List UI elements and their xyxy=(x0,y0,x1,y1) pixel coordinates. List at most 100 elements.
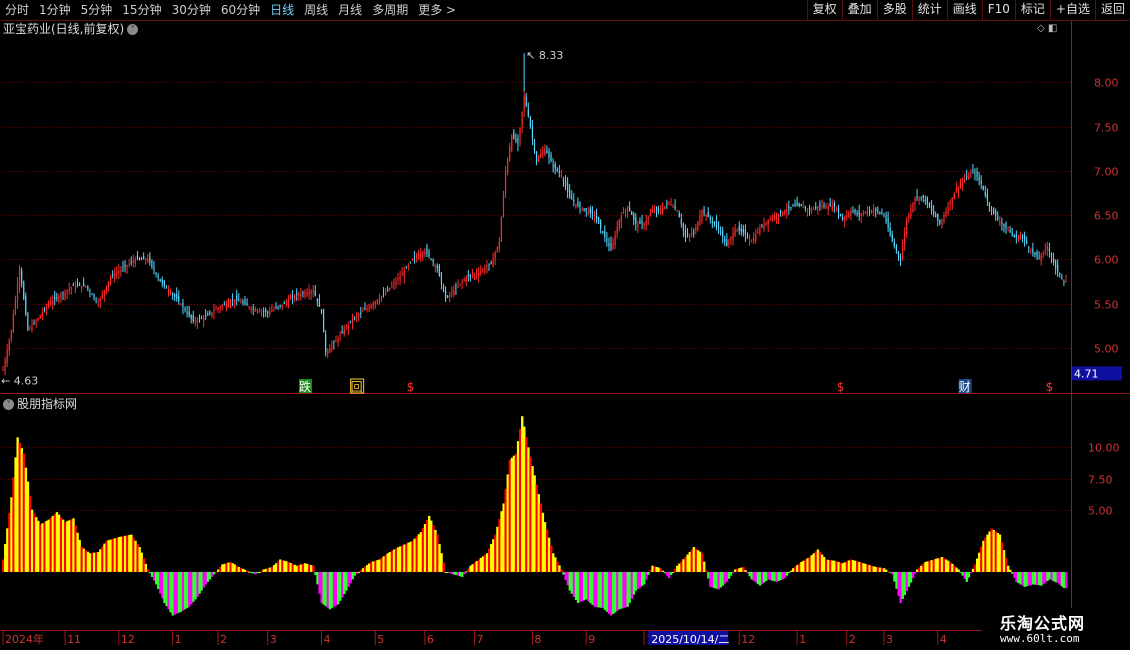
indicator-bar xyxy=(370,561,373,572)
candle-body xyxy=(943,215,945,222)
indicator-bar xyxy=(878,567,882,572)
indicator-bar xyxy=(676,565,679,572)
candle-body xyxy=(637,223,639,227)
indicator-bar xyxy=(380,557,383,572)
indicator-bar xyxy=(703,561,706,572)
kline-chart[interactable]: 8.00 7.50 7.00 6.50 6.00 5.50 5.00 10.00 7.50 5.0… xyxy=(0,0,1130,650)
indicator-bar xyxy=(570,571,574,594)
candle-body xyxy=(571,197,573,200)
candle-body xyxy=(748,239,751,241)
indicator-bar xyxy=(746,571,749,574)
indicator-bar xyxy=(339,571,342,601)
candle-body xyxy=(387,289,389,291)
indicator-bar xyxy=(301,563,305,572)
candle-body xyxy=(320,310,323,313)
indicator-bar xyxy=(334,571,338,606)
indicator-bar xyxy=(223,563,226,572)
indicator-bar xyxy=(345,571,348,591)
indicator-bar xyxy=(483,554,487,572)
candle-body xyxy=(262,310,265,312)
candle-body xyxy=(554,164,556,169)
indicator-bar xyxy=(895,571,898,589)
candle-body xyxy=(161,279,163,284)
indicator-bar xyxy=(758,571,762,586)
candle-body xyxy=(939,220,941,224)
candle-body xyxy=(329,347,331,353)
indicator-title[interactable]: ˅ 股朋指标网 xyxy=(3,396,77,412)
indicator-bar xyxy=(105,540,108,572)
indicator-bar xyxy=(55,512,59,572)
candle-body xyxy=(904,232,906,245)
candle-body xyxy=(722,230,724,238)
indicator-bar xyxy=(57,514,61,572)
candle-body xyxy=(930,205,933,211)
candle-body xyxy=(281,304,283,308)
candle-body xyxy=(1026,240,1028,244)
candle-body xyxy=(101,294,103,298)
indicator-bar xyxy=(612,571,615,614)
corner-icons[interactable]: ◇ ◧ xyxy=(1037,23,1057,34)
xaxis-month-label: 5 xyxy=(377,633,384,646)
candle-body xyxy=(345,326,347,328)
candle-body xyxy=(370,304,372,309)
candle-body xyxy=(277,306,279,308)
candle-body xyxy=(674,205,676,209)
candle-body xyxy=(47,303,50,307)
candle-body xyxy=(1007,230,1009,232)
indicator-bar xyxy=(173,571,177,615)
watermark-title: 乐淘公式网 xyxy=(1000,614,1086,633)
indicator-bar xyxy=(835,561,838,572)
candle-body xyxy=(569,189,571,198)
indicator-bar xyxy=(965,571,969,582)
indicator-bar xyxy=(535,484,538,572)
candle-body xyxy=(343,329,345,335)
candle-body xyxy=(823,204,825,207)
candle-body xyxy=(95,300,97,302)
candle-body xyxy=(54,297,56,300)
indicator-bar xyxy=(578,571,582,603)
indicator-bar xyxy=(543,522,547,572)
candle-body xyxy=(997,216,999,220)
candle-body xyxy=(533,141,536,151)
candle-body xyxy=(188,310,190,316)
candle-body xyxy=(697,221,699,231)
chevron-down-icon[interactable]: ˅ xyxy=(127,24,139,35)
indicator-bar xyxy=(576,571,580,604)
stock-title[interactable]: 亚宝药业(日线,前复权) ˅ xyxy=(3,21,139,37)
indicator-bar xyxy=(496,526,499,572)
indicator-bar xyxy=(814,551,818,572)
candle-body xyxy=(947,206,949,215)
indicator-tick-label: 10.00 xyxy=(1088,442,1120,455)
indicator-bar xyxy=(332,571,336,607)
indicator-bar xyxy=(649,570,652,572)
indicator-bar xyxy=(274,563,278,572)
candle-body xyxy=(380,296,383,298)
candle-body xyxy=(827,206,829,210)
candle-body xyxy=(455,287,457,289)
candle-body xyxy=(618,219,620,229)
indicator-bar xyxy=(1025,571,1029,587)
candle-body xyxy=(833,203,835,207)
candle-body xyxy=(436,266,438,269)
candle-body xyxy=(442,286,445,292)
chevron-down-icon[interactable]: ˅ xyxy=(3,399,14,410)
candle-body xyxy=(740,228,742,232)
indicator-bar xyxy=(754,571,758,583)
candle-body xyxy=(763,223,765,229)
candle-body xyxy=(130,261,132,263)
indicator-bar xyxy=(237,566,241,572)
candle-body xyxy=(1009,230,1011,233)
candle-body xyxy=(122,267,124,269)
candle-body xyxy=(260,310,263,312)
indicator-bar xyxy=(858,561,861,572)
candle-body xyxy=(4,359,6,372)
indicator-bar xyxy=(816,549,820,572)
candle-body xyxy=(678,212,680,218)
candle-body xyxy=(1011,232,1013,235)
price-tick-label: 7.50 xyxy=(1094,122,1119,135)
indicator-bar xyxy=(1029,571,1033,586)
indicator-bar xyxy=(109,539,112,572)
indicator-bar xyxy=(318,571,321,594)
indicator-bar xyxy=(616,571,619,611)
indicator-bar xyxy=(24,467,28,572)
